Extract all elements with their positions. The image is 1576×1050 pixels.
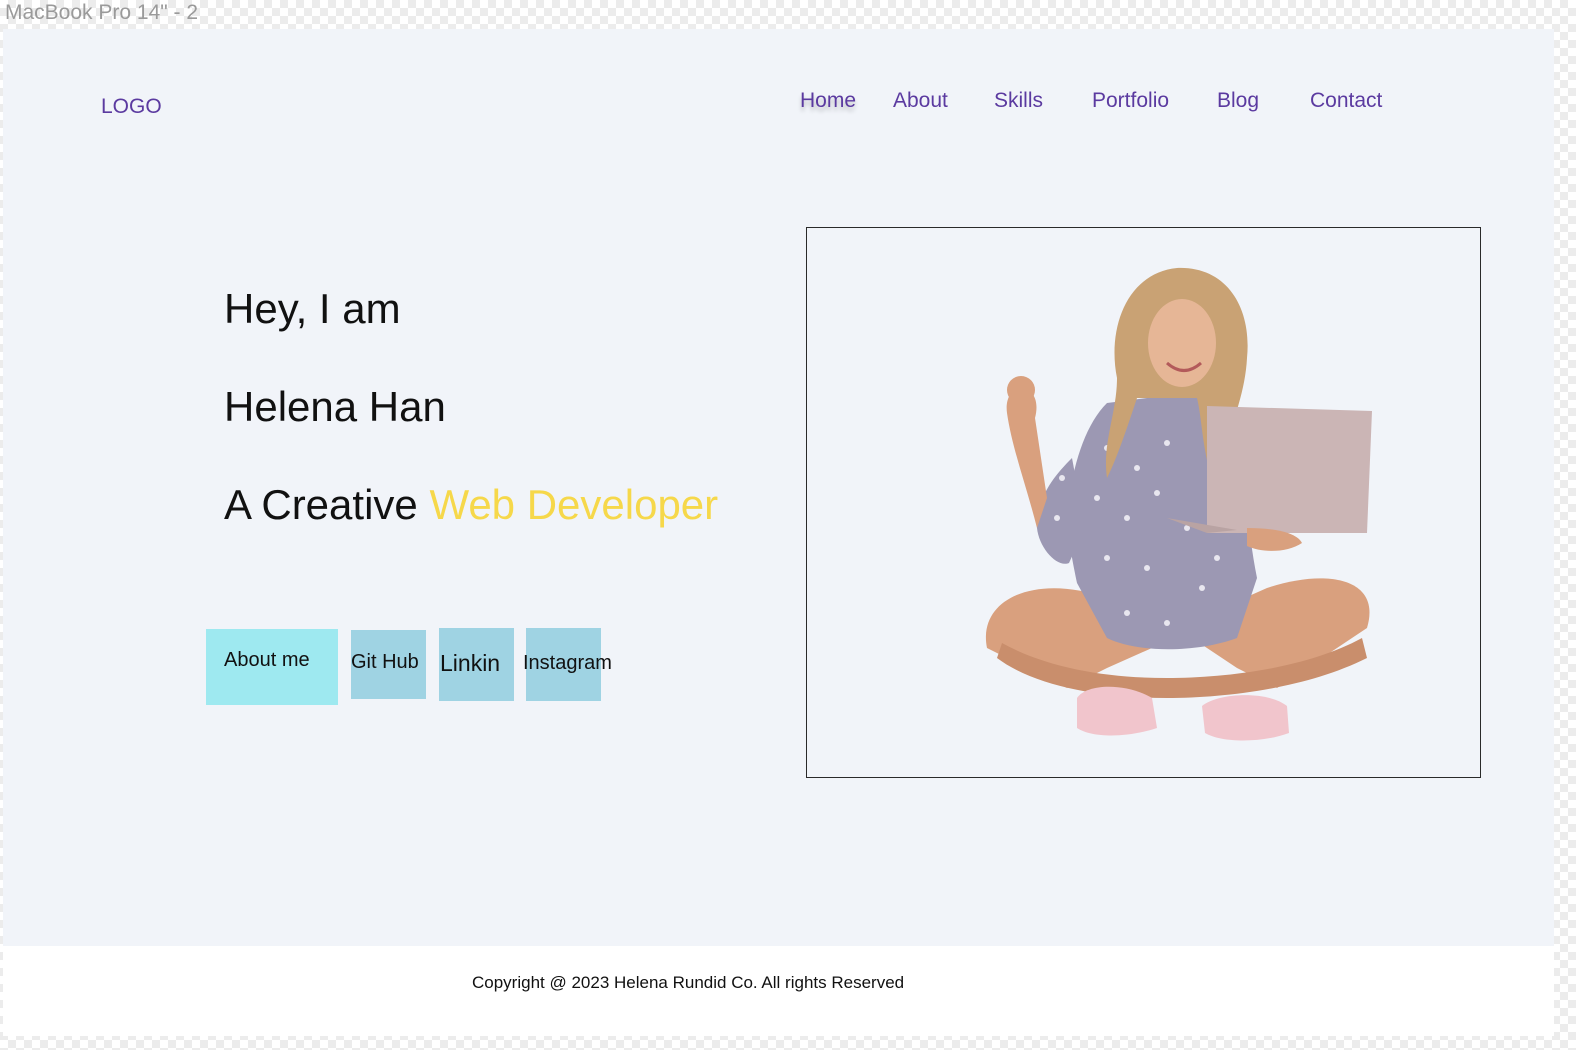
instagram-button[interactable]: Instagram <box>523 628 612 701</box>
hero-greeting: Hey, I am <box>224 285 401 332</box>
tagline-highlight: Web Developer <box>429 481 719 528</box>
nav-portfolio[interactable]: Portfolio <box>1092 89 1169 113</box>
hero-tagline: A Creative Web Developer <box>224 481 718 529</box>
about-me-label: About me <box>224 649 310 671</box>
face <box>1148 299 1216 387</box>
arm-raised <box>1006 388 1047 528</box>
woman-with-laptop-photo <box>985 267 1372 741</box>
github-button[interactable]: Git Hub <box>351 630 426 699</box>
fist <box>1007 376 1035 404</box>
nav-skills[interactable]: Skills <box>994 89 1043 113</box>
instagram-label: Instagram <box>523 652 612 674</box>
nav-contact[interactable]: Contact <box>1310 89 1382 113</box>
footer: Copyright @ 2023 Helena Rundid Co. All r… <box>3 946 1554 1036</box>
linkedin-label: Linkin <box>440 650 501 676</box>
hero-name: Helena Han <box>224 383 446 430</box>
frame-label: MacBook Pro 14" - 2 <box>5 1 199 24</box>
sneaker-right <box>1202 695 1289 741</box>
hero-image-frame <box>806 227 1481 778</box>
logo[interactable]: LOGO <box>101 95 162 119</box>
nav-blog[interactable]: Blog <box>1217 89 1259 113</box>
tagline-prefix: A Creative <box>224 481 430 528</box>
copyright-text: Copyright @ 2023 Helena Rundid Co. All r… <box>472 973 905 992</box>
nav-home[interactable]: Home <box>800 89 856 113</box>
linkedin-button[interactable]: Linkin <box>439 628 514 701</box>
about-me-button[interactable]: About me <box>206 629 338 705</box>
github-label: Git Hub <box>351 651 419 673</box>
laptop-lid <box>1207 406 1372 533</box>
nav-about[interactable]: About <box>893 89 948 113</box>
page-frame: LOGO Home About Skills Portfolio Blog Co… <box>3 29 1554 1036</box>
